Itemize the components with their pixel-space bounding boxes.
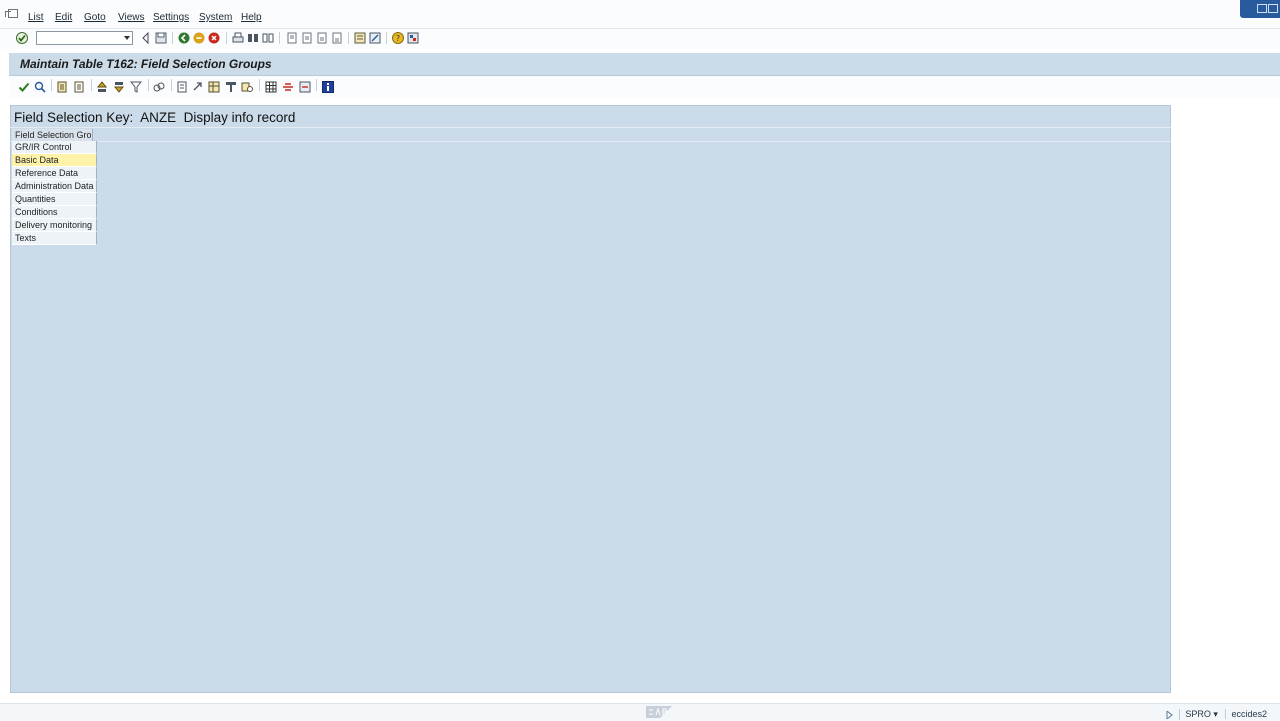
separator (226, 32, 227, 44)
list-item[interactable]: GR/IR Control (12, 141, 97, 154)
chevron-down-icon: ▾ (1213, 709, 1218, 719)
page-title: Maintain Table T162: Field Selection Gro… (20, 57, 272, 71)
filter-icon[interactable] (130, 81, 142, 93)
field-selection-heading: Field Selection Key: ANZE Display info r… (14, 110, 295, 125)
list-item[interactable]: Reference Data (12, 167, 97, 180)
menu-bar: List Edit Goto Views Settings System Hel… (0, 0, 1280, 29)
grid-layout-icon[interactable] (265, 81, 277, 93)
separator (172, 32, 173, 44)
menu-views[interactable]: Views (118, 12, 145, 23)
sort-ascending-icon[interactable] (96, 81, 108, 93)
choose-layout-icon[interactable] (299, 81, 311, 93)
content-panel (10, 105, 1171, 693)
select-all-icon[interactable] (56, 81, 68, 93)
list-item-selected[interactable]: Basic Data (12, 154, 97, 167)
first-page-icon[interactable] (286, 32, 298, 44)
spreadsheet-icon[interactable] (208, 81, 220, 93)
previous-page-icon[interactable] (301, 32, 313, 44)
application-toolbar (9, 76, 1280, 98)
divider (10, 141, 1171, 142)
back-icon[interactable] (178, 32, 190, 44)
separator (171, 79, 172, 91)
next-page-icon[interactable] (316, 32, 328, 44)
enter-check-icon[interactable] (16, 32, 28, 44)
transaction-code[interactable]: SPRO ▾ (1179, 709, 1223, 720)
word-processing-icon[interactable] (225, 81, 237, 93)
information-icon[interactable] (322, 81, 334, 93)
server-name: eccides2 (1225, 709, 1272, 719)
sap-logo-icon (646, 706, 672, 718)
menu-system[interactable]: System (199, 12, 232, 23)
command-field[interactable] (36, 31, 133, 45)
save-icon[interactable] (155, 32, 167, 44)
chevron-down-icon[interactable] (124, 36, 130, 40)
separator (279, 32, 280, 44)
column-header[interactable]: Field Selection Gro (12, 129, 93, 141)
list-item[interactable]: Quantities (12, 193, 97, 206)
separator (386, 32, 387, 44)
exit-icon[interactable] (193, 32, 205, 44)
separator (316, 79, 317, 91)
find-icon[interactable] (247, 32, 259, 44)
menu-help[interactable]: Help (241, 12, 262, 23)
status-bar (0, 703, 1280, 721)
separator (348, 32, 349, 44)
list-item[interactable]: Administration Data (12, 180, 97, 193)
standard-toolbar: ? (0, 29, 1280, 49)
menu-settings[interactable]: Settings (153, 12, 189, 23)
cancel-icon[interactable] (208, 32, 220, 44)
find-next-icon[interactable] (262, 32, 274, 44)
list-item[interactable]: Delivery monitoring (12, 219, 97, 232)
menu-goto[interactable]: Goto (84, 12, 106, 23)
shortcut-icon[interactable] (369, 32, 381, 44)
menu-window-icon[interactable] (5, 9, 18, 18)
separator (259, 79, 260, 91)
separator (51, 79, 52, 91)
print-list-icon[interactable] (176, 81, 188, 93)
status-arrow-icon[interactable] (1165, 709, 1173, 720)
last-page-icon[interactable] (331, 32, 343, 44)
divider (10, 127, 1171, 128)
restore-icon[interactable] (1268, 4, 1278, 13)
layout-menu-icon[interactable] (407, 32, 419, 44)
heading-label: Field Selection Key: (14, 110, 134, 125)
export-icon[interactable] (192, 81, 204, 93)
list-item[interactable]: Conditions (12, 206, 97, 219)
svg-text:?: ? (396, 34, 400, 43)
deselect-all-icon[interactable] (73, 81, 85, 93)
separator (91, 79, 92, 91)
menu-list[interactable]: List (28, 12, 44, 23)
heading-key: ANZE (140, 110, 177, 125)
separator (148, 79, 149, 91)
minimize-icon[interactable] (1257, 4, 1267, 13)
help-icon[interactable]: ? (392, 32, 404, 44)
system-info: SPRO ▾ eccides2 (1165, 709, 1272, 720)
detail-icon[interactable] (34, 81, 46, 93)
local-file-icon[interactable] (241, 81, 253, 93)
sort-descending-icon[interactable] (113, 81, 125, 93)
list-item[interactable]: Texts (12, 232, 97, 245)
menu-edit[interactable]: Edit (55, 12, 72, 23)
back-arrow-icon[interactable] (140, 32, 152, 44)
create-session-icon[interactable] (354, 32, 366, 44)
title-bar: Maintain Table T162: Field Selection Gro… (9, 53, 1280, 76)
print-icon[interactable] (232, 32, 244, 44)
window-controls (1240, 0, 1280, 18)
heading-description: Display info record (183, 110, 296, 125)
check-icon[interactable] (18, 81, 30, 93)
link-icon[interactable] (153, 81, 165, 93)
change-layout-icon[interactable] (282, 81, 294, 93)
